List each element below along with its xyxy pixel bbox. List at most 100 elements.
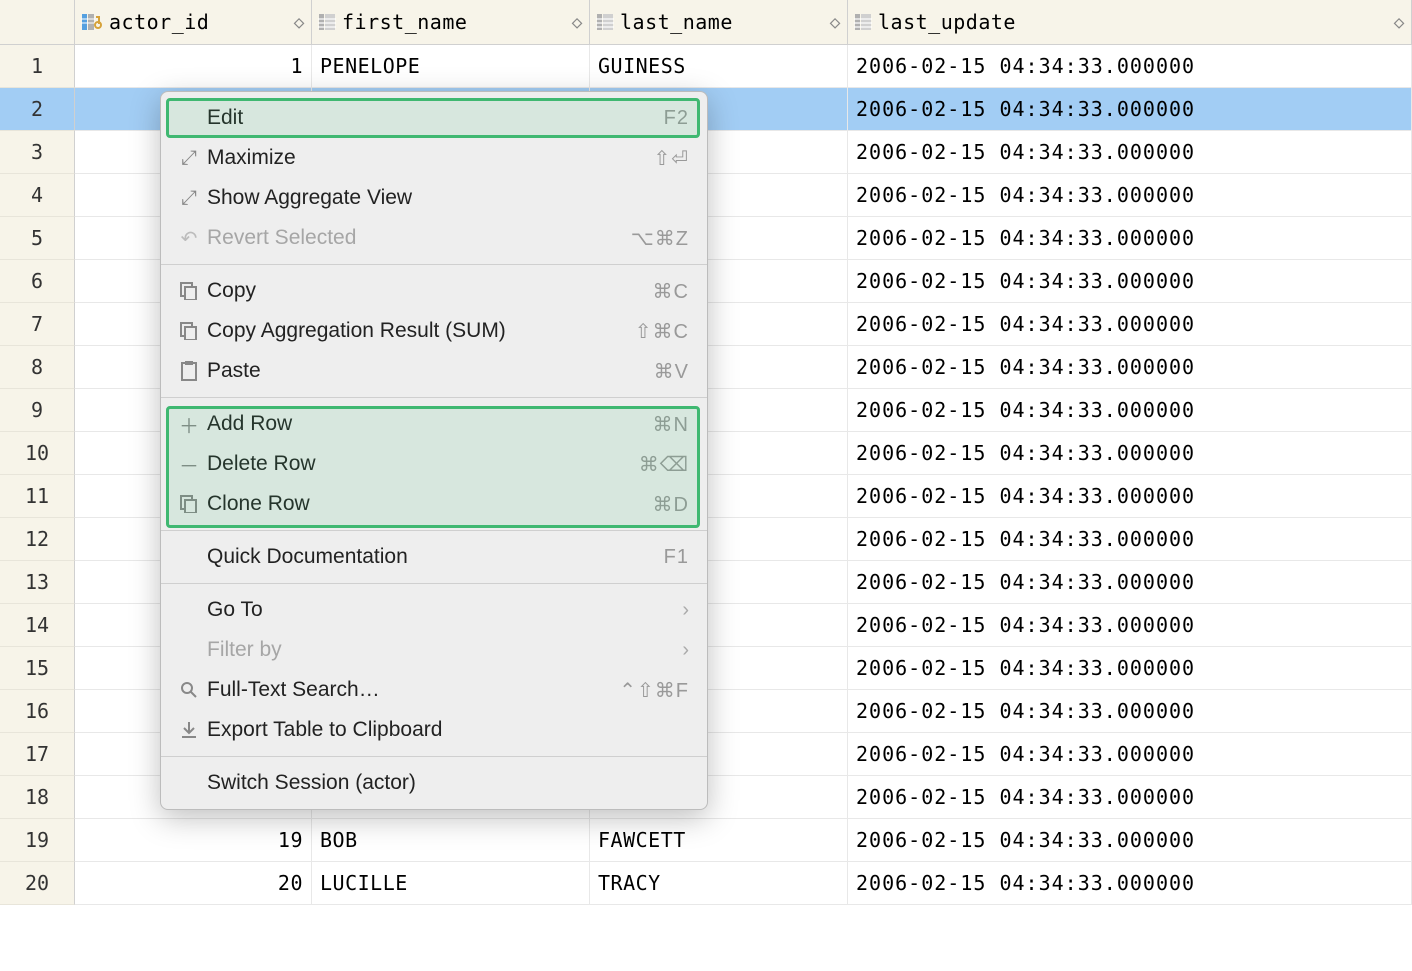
menu-item-shortcut: ⌘N	[653, 412, 689, 437]
menu-item-full-text-search[interactable]: Full-Text Search…⌃⇧⌘F	[161, 670, 707, 710]
cell-last_update[interactable]: 2006-02-15 04:34:33.000000	[848, 604, 1412, 647]
menu-item-show-aggregate-view[interactable]: ⤢Show Aggregate View	[161, 178, 707, 218]
cell-first_name[interactable]: LUCILLE	[312, 862, 590, 905]
cell-actor_id[interactable]: 1	[75, 45, 312, 88]
column-header-last_update[interactable]: last_update◇	[848, 0, 1412, 45]
column-icon	[318, 13, 336, 31]
menu-item-quick-documentation[interactable]: Quick DocumentationF1	[161, 537, 707, 577]
cell-last_update[interactable]: 2006-02-15 04:34:33.000000	[848, 776, 1412, 819]
row-number-cell[interactable]: 8	[0, 346, 75, 389]
menu-item-label: Copy	[207, 279, 653, 303]
cell-last_update[interactable]: 2006-02-15 04:34:33.000000	[848, 303, 1412, 346]
column-header-actor_id[interactable]: actor_id ◇	[75, 0, 312, 45]
context-menu: EditF2⤢Maximize⇧⏎⤢Show Aggregate View↶Re…	[160, 91, 708, 810]
menu-item-revert-selected: ↶Revert Selected⌥⌘Z	[161, 218, 707, 258]
cell-last_update[interactable]: 2006-02-15 04:34:33.000000	[848, 174, 1412, 217]
row-number-cell[interactable]: 3	[0, 131, 75, 174]
row-number-cell[interactable]: 6	[0, 260, 75, 303]
copy-icon	[175, 322, 203, 340]
menu-item-go-to[interactable]: Go To›	[161, 590, 707, 630]
row-number-cell[interactable]: 15	[0, 647, 75, 690]
column-icon	[596, 13, 614, 31]
menu-item-clone-row[interactable]: Clone Row⌘D	[161, 484, 707, 524]
menu-item-label: Switch Session (actor)	[207, 771, 689, 795]
row-number-cell[interactable]: 10	[0, 432, 75, 475]
menu-item-label: Show Aggregate View	[207, 186, 689, 210]
menu-item-copy[interactable]: Copy⌘C	[161, 271, 707, 311]
row-number-cell[interactable]: 4	[0, 174, 75, 217]
row-number-cell[interactable]: 19	[0, 819, 75, 862]
sort-icon[interactable]: ◇	[1394, 12, 1405, 33]
cell-last_update[interactable]: 2006-02-15 04:34:33.000000	[848, 647, 1412, 690]
menu-item-edit[interactable]: EditF2	[161, 98, 707, 138]
row-number-cell[interactable]: 12	[0, 518, 75, 561]
cell-last_name[interactable]: TRACY	[590, 862, 848, 905]
cell-last_update[interactable]: 2006-02-15 04:34:33.000000	[848, 690, 1412, 733]
menu-item-shortcut: F1	[664, 546, 689, 569]
maximize-icon: ⤢	[175, 187, 203, 210]
row-number-cell[interactable]: 20	[0, 862, 75, 905]
cell-first_name[interactable]: BOB	[312, 819, 590, 862]
menu-item-shortcut: ⌘V	[654, 359, 689, 384]
row-number-cell[interactable]: 9	[0, 389, 75, 432]
row-number-cell[interactable]: 17	[0, 733, 75, 776]
sort-icon[interactable]: ◇	[830, 12, 841, 33]
cell-last_update[interactable]: 2006-02-15 04:34:33.000000	[848, 88, 1412, 131]
cell-last_update[interactable]: 2006-02-15 04:34:33.000000	[848, 475, 1412, 518]
maximize-icon: ⤢	[175, 147, 203, 170]
menu-item-paste[interactable]: Paste⌘V	[161, 351, 707, 391]
menu-separator	[161, 583, 707, 584]
column-header-label: first_name	[342, 10, 467, 34]
row-number-cell[interactable]: 13	[0, 561, 75, 604]
search-icon	[175, 681, 203, 699]
menu-item-label: Go To	[207, 598, 682, 622]
menu-separator	[161, 397, 707, 398]
menu-item-label: Copy Aggregation Result (SUM)	[207, 319, 635, 343]
row-number-cell[interactable]: 7	[0, 303, 75, 346]
cell-last_update[interactable]: 2006-02-15 04:34:33.000000	[848, 346, 1412, 389]
menu-item-shortcut: ⌘C	[653, 279, 689, 304]
cell-last_update[interactable]: 2006-02-15 04:34:33.000000	[848, 561, 1412, 604]
cell-last_name[interactable]: GUINESS	[590, 45, 848, 88]
menu-item-export-table-to-clipboard[interactable]: Export Table to Clipboard	[161, 710, 707, 750]
cell-last_update[interactable]: 2006-02-15 04:34:33.000000	[848, 260, 1412, 303]
row-number-cell[interactable]: 2	[0, 88, 75, 131]
row-number-cell[interactable]: 16	[0, 690, 75, 733]
row-number-cell[interactable]: 18	[0, 776, 75, 819]
row-number-cell[interactable]: 1	[0, 45, 75, 88]
cell-first_name[interactable]: PENELOPE	[312, 45, 590, 88]
cell-last_update[interactable]: 2006-02-15 04:34:33.000000	[848, 518, 1412, 561]
cell-actor_id[interactable]: 20	[75, 862, 312, 905]
row-number-cell[interactable]: 5	[0, 217, 75, 260]
cell-last_name[interactable]: FAWCETT	[590, 819, 848, 862]
cell-last_update[interactable]: 2006-02-15 04:34:33.000000	[848, 45, 1412, 88]
cell-last_update[interactable]: 2006-02-15 04:34:33.000000	[848, 217, 1412, 260]
cell-last_update[interactable]: 2006-02-15 04:34:33.000000	[848, 432, 1412, 475]
menu-item-delete-row[interactable]: －Delete Row⌘⌫	[161, 444, 707, 484]
menu-item-maximize[interactable]: ⤢Maximize⇧⏎	[161, 138, 707, 178]
menu-item-label: Delete Row	[207, 452, 639, 476]
cell-last_update[interactable]: 2006-02-15 04:34:33.000000	[848, 389, 1412, 432]
cell-last_update[interactable]: 2006-02-15 04:34:33.000000	[848, 131, 1412, 174]
menu-item-add-row[interactable]: ＋Add Row⌘N	[161, 404, 707, 444]
cell-last_update[interactable]: 2006-02-15 04:34:33.000000	[848, 862, 1412, 905]
menu-item-copy-aggregation-result-sum[interactable]: Copy Aggregation Result (SUM)⇧⌘C	[161, 311, 707, 351]
menu-item-label: Edit	[207, 106, 664, 130]
menu-item-shortcut: F2	[664, 107, 689, 130]
column-header-label: last_name	[620, 10, 733, 34]
minus-icon: －	[175, 450, 203, 479]
menu-item-switch-session-actor[interactable]: Switch Session (actor)	[161, 763, 707, 803]
sort-icon[interactable]: ◇	[572, 12, 583, 33]
cell-actor_id[interactable]: 19	[75, 819, 312, 862]
cell-last_update[interactable]: 2006-02-15 04:34:33.000000	[848, 819, 1412, 862]
row-number-cell[interactable]: 14	[0, 604, 75, 647]
column-header-first_name[interactable]: first_name ◇	[312, 0, 590, 45]
column-header-label: actor_id	[109, 10, 209, 34]
menu-item-shortcut: ⇧⏎	[653, 146, 689, 171]
column-icon	[854, 13, 872, 31]
menu-separator	[161, 264, 707, 265]
row-number-cell[interactable]: 11	[0, 475, 75, 518]
column-header-last_name[interactable]: last_name ◇	[590, 0, 848, 45]
sort-icon[interactable]: ◇	[294, 12, 305, 33]
cell-last_update[interactable]: 2006-02-15 04:34:33.000000	[848, 733, 1412, 776]
